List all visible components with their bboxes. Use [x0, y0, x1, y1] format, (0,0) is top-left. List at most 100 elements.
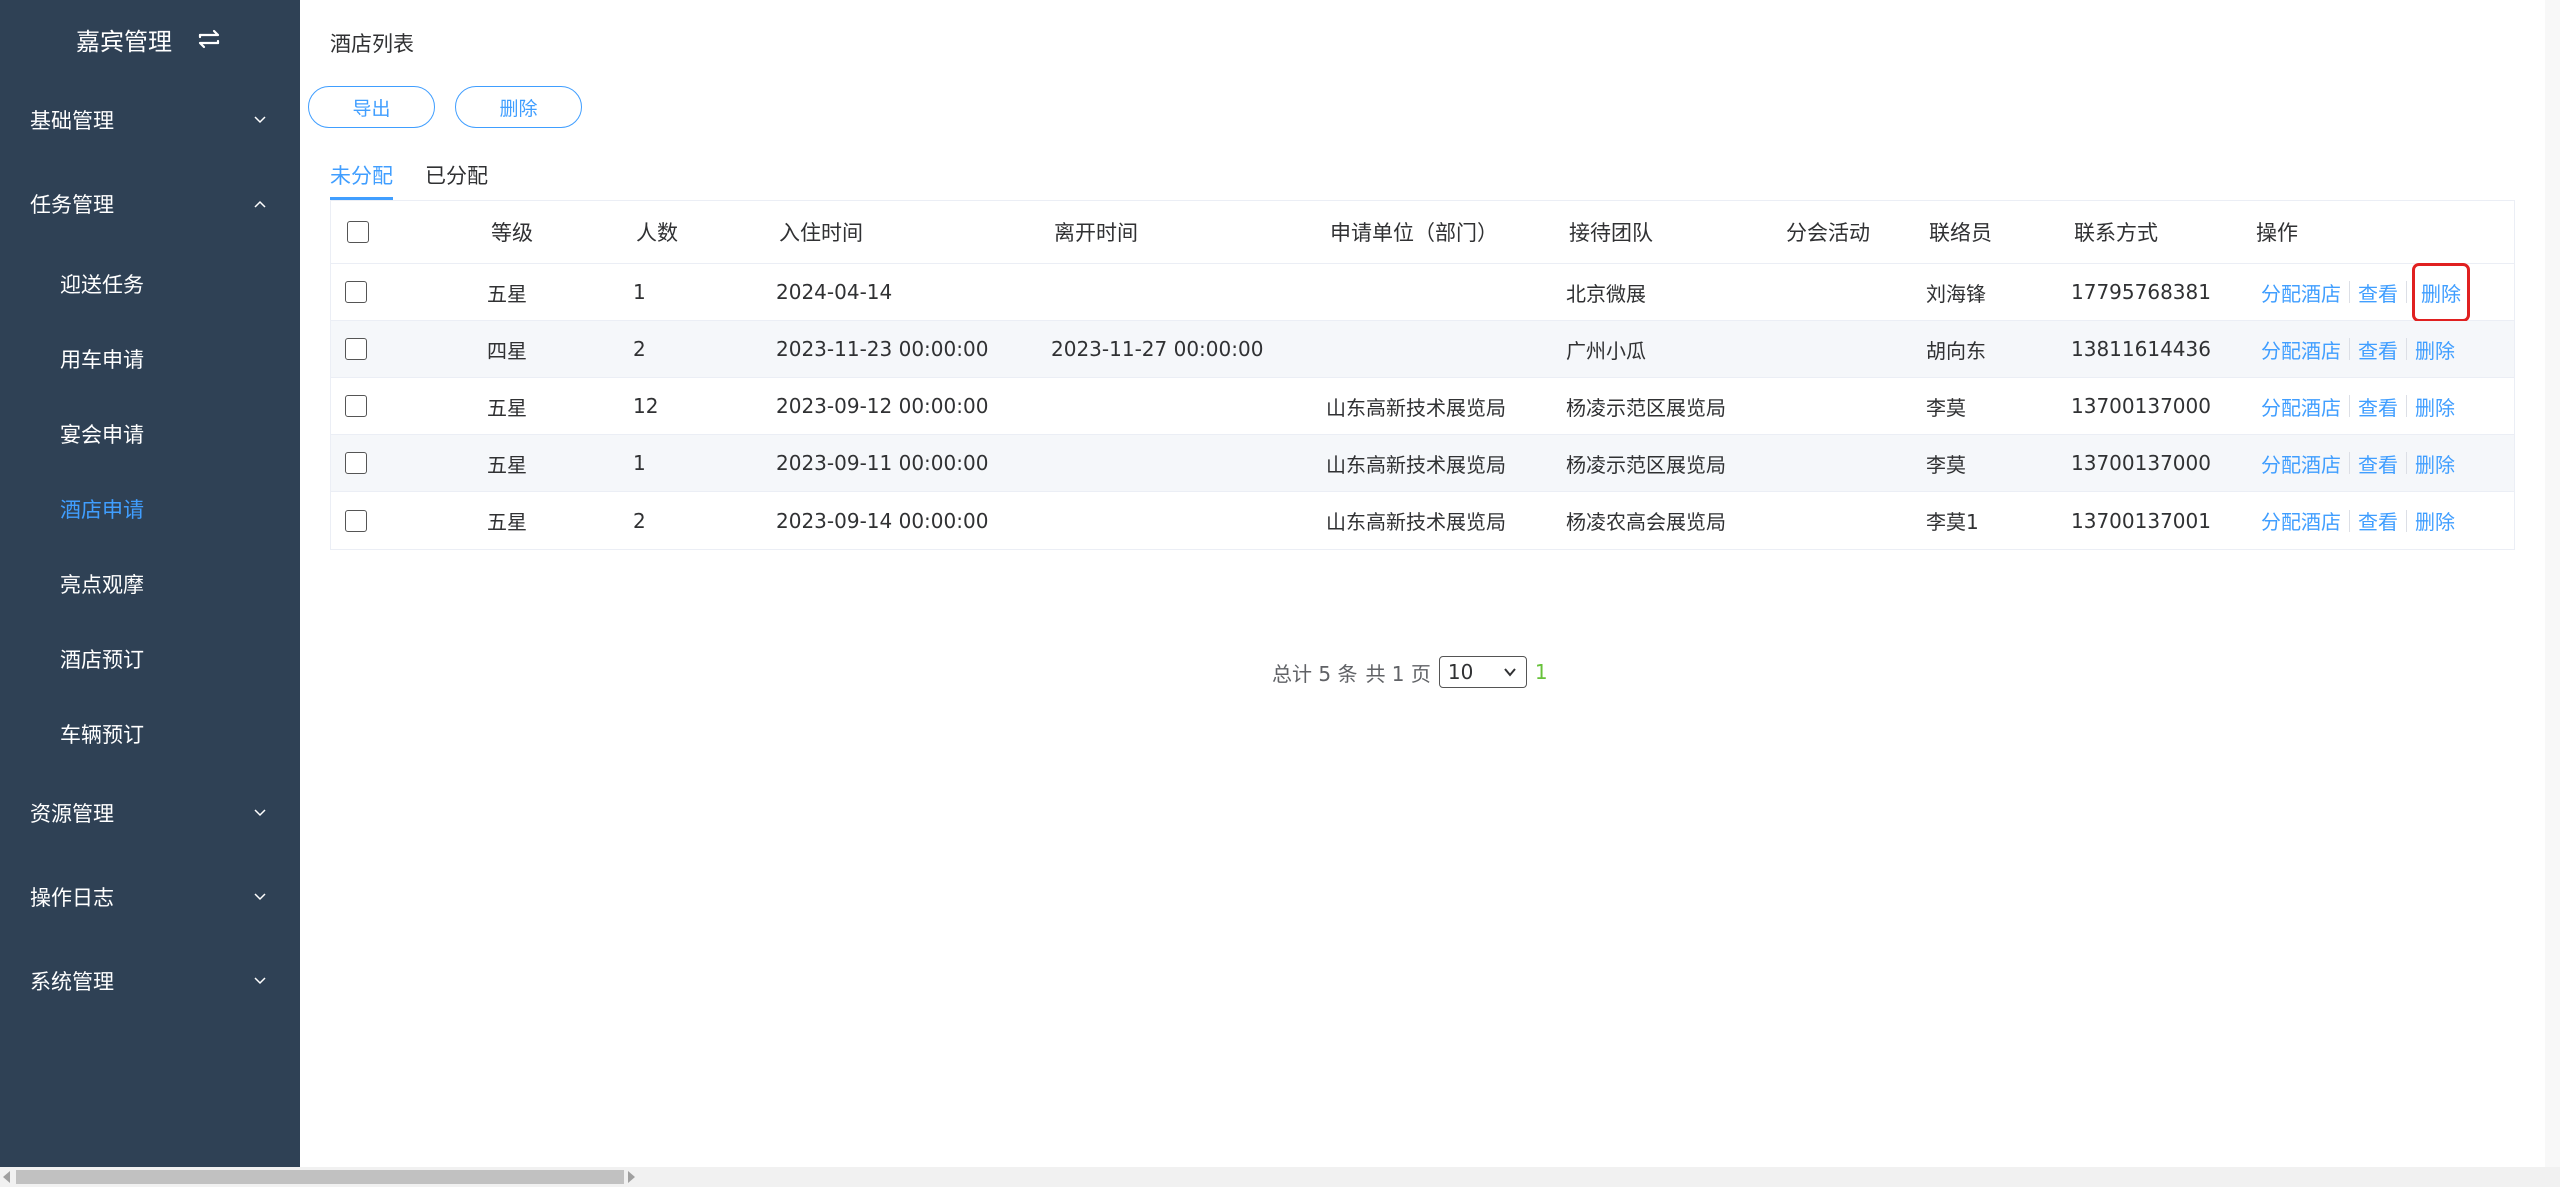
- page-number-current[interactable]: 1: [1535, 660, 1548, 684]
- cell-checkin: 2023-09-12 00:00:00: [776, 394, 989, 418]
- tabs: 未分配 已分配: [330, 158, 488, 200]
- cell-contact-person: 胡向东: [1926, 338, 1986, 363]
- vertical-scrollbar[interactable]: [2545, 0, 2560, 1167]
- chevron-down-icon: [254, 116, 266, 124]
- sidebar-item-hotel-booking[interactable]: 酒店预订: [0, 621, 300, 696]
- row-checkbox[interactable]: [345, 338, 367, 360]
- cell-count: 12: [633, 394, 659, 418]
- cell-phone: 17795768381: [2071, 280, 2211, 304]
- sidebar-group-logs[interactable]: 操作日志: [0, 855, 300, 939]
- delete-link[interactable]: 删除: [2415, 506, 2455, 535]
- chevron-down-icon: [1504, 668, 1516, 677]
- view-link[interactable]: 查看: [2358, 335, 2398, 364]
- select-all-cell: [347, 201, 369, 263]
- action-divider: [2349, 509, 2350, 532]
- action-divider: [2406, 452, 2407, 474]
- cell-actions: 分配酒店 查看 删除: [2261, 262, 2470, 322]
- action-divider: [2406, 338, 2407, 360]
- delete-button[interactable]: 删除: [455, 86, 582, 128]
- row-checkbox[interactable]: [345, 395, 367, 417]
- sidebar-group-system[interactable]: 系统管理: [0, 939, 300, 1023]
- sidebar: 嘉宾管理 基础管理 任务管理 迎送任务 用车申请 宴会申请 酒店申请 亮点观摩 …: [0, 0, 300, 1167]
- cell-actions: 分配酒店 查看 删除: [2261, 321, 2455, 377]
- cell-phone: 13700137001: [2071, 508, 2211, 533]
- sidebar-group-basic[interactable]: 基础管理: [0, 78, 300, 162]
- pagination-pages: 共 1 页: [1365, 661, 1431, 686]
- page-size-value: 10: [1447, 660, 1474, 684]
- view-link[interactable]: 查看: [2358, 392, 2398, 421]
- sidebar-group-tasks[interactable]: 任务管理: [0, 162, 300, 246]
- sidebar-item-pickup-tasks[interactable]: 迎送任务: [0, 246, 300, 321]
- table-header-row: 等级 人数 入住时间 离开时间 申请单位（部门） 接待团队 分会活动 联络员 联…: [331, 201, 2514, 264]
- column-header: 人数: [636, 221, 678, 245]
- table-row: 五星 1 2024-04-14 北京微展 刘海锋 17795768381 分配酒…: [331, 262, 2514, 322]
- main-content: 酒店列表 导出 删除 未分配 已分配 等级 人数 入住时间 离开时间 申请单位（…: [300, 0, 2545, 1167]
- cell-checkin: 2024-04-14: [776, 280, 893, 304]
- row-checkbox[interactable]: [345, 452, 367, 474]
- assign-hotel-link[interactable]: 分配酒店: [2261, 449, 2341, 478]
- cell-level: 四星: [487, 338, 527, 363]
- cell-count: 1: [633, 451, 646, 475]
- row-checkbox[interactable]: [345, 281, 367, 303]
- cell-count: 1: [633, 280, 646, 304]
- pagination-total: 总计 5 条: [1272, 661, 1358, 686]
- sidebar-item-vehicle-booking[interactable]: 车辆预订: [0, 696, 300, 771]
- cell-contact-person: 李莫1: [1926, 510, 1979, 534]
- horizontal-scrollbar[interactable]: [0, 1167, 2560, 1187]
- scroll-right-icon[interactable]: [628, 1171, 635, 1183]
- export-button[interactable]: 导出: [308, 86, 435, 128]
- sidebar-item-label: 酒店申请: [60, 497, 144, 522]
- delete-link[interactable]: 删除: [2412, 262, 2470, 322]
- assign-hotel-link[interactable]: 分配酒店: [2261, 335, 2341, 364]
- pagination: 总计 5 条 共 1 页 10 1: [1272, 654, 1548, 690]
- view-link[interactable]: 查看: [2358, 506, 2398, 535]
- sidebar-title: 嘉宾管理: [76, 27, 172, 56]
- sidebar-group-resources[interactable]: 资源管理: [0, 771, 300, 855]
- cell-checkin: 2023-11-23 00:00:00: [776, 337, 989, 361]
- tab-assigned[interactable]: 已分配: [425, 158, 488, 200]
- cell-actions: 分配酒店 查看 删除: [2261, 492, 2455, 549]
- sidebar-item-highlight-tour[interactable]: 亮点观摩: [0, 546, 300, 621]
- delete-link[interactable]: 删除: [2415, 449, 2455, 478]
- sidebar-item-label: 迎送任务: [60, 272, 144, 297]
- scroll-left-icon[interactable]: [3, 1171, 10, 1183]
- sidebar-group-label: 资源管理: [30, 802, 114, 826]
- cell-contact-person: 刘海锋: [1926, 281, 1986, 306]
- table-row: 五星 1 2023-09-11 00:00:00 山东高新技术展览局 杨凌示范区…: [331, 435, 2514, 492]
- row-checkbox[interactable]: [345, 509, 367, 532]
- delete-link[interactable]: 删除: [2415, 392, 2455, 421]
- tab-unassigned[interactable]: 未分配: [330, 158, 393, 200]
- cell-unit: 山东高新技术展览局: [1326, 452, 1506, 477]
- sidebar-item-banquet-request[interactable]: 宴会申请: [0, 396, 300, 471]
- cell-team: 杨凌示范区展览局: [1566, 395, 1726, 420]
- cell-team: 杨凌农高会展览局: [1566, 510, 1726, 534]
- action-divider: [2349, 281, 2350, 303]
- select-all-checkbox[interactable]: [347, 221, 369, 243]
- sidebar-item-label: 用车申请: [60, 347, 144, 372]
- action-divider: [2406, 281, 2407, 303]
- swap-icon[interactable]: [194, 24, 224, 54]
- cell-team: 广州小瓜: [1566, 338, 1646, 363]
- sidebar-item-hotel-request[interactable]: 酒店申请: [0, 471, 300, 546]
- column-header: 入住时间: [779, 221, 863, 245]
- row-select-cell: [345, 492, 367, 549]
- scrollbar-thumb[interactable]: [16, 1170, 624, 1184]
- view-link[interactable]: 查看: [2358, 278, 2398, 307]
- assign-hotel-link[interactable]: 分配酒店: [2261, 278, 2341, 307]
- sidebar-item-label: 宴会申请: [60, 422, 144, 447]
- column-header: 联络员: [1929, 221, 1992, 245]
- sidebar-item-car-request[interactable]: 用车申请: [0, 321, 300, 396]
- page-size-select[interactable]: 10: [1438, 656, 1527, 688]
- hotel-table: 等级 人数 入住时间 离开时间 申请单位（部门） 接待团队 分会活动 联络员 联…: [330, 200, 2515, 550]
- delete-link[interactable]: 删除: [2415, 335, 2455, 364]
- assign-hotel-link[interactable]: 分配酒店: [2261, 392, 2341, 421]
- column-header: 等级: [491, 221, 533, 245]
- assign-hotel-link[interactable]: 分配酒店: [2261, 506, 2341, 535]
- action-divider: [2349, 395, 2350, 417]
- sidebar-group-label: 系统管理: [30, 970, 114, 994]
- view-link[interactable]: 查看: [2358, 449, 2398, 478]
- chevron-down-icon: [254, 977, 266, 985]
- chevron-down-icon: [254, 893, 266, 901]
- sidebar-item-label: 亮点观摩: [60, 572, 144, 597]
- cell-actions: 分配酒店 查看 删除: [2261, 378, 2455, 434]
